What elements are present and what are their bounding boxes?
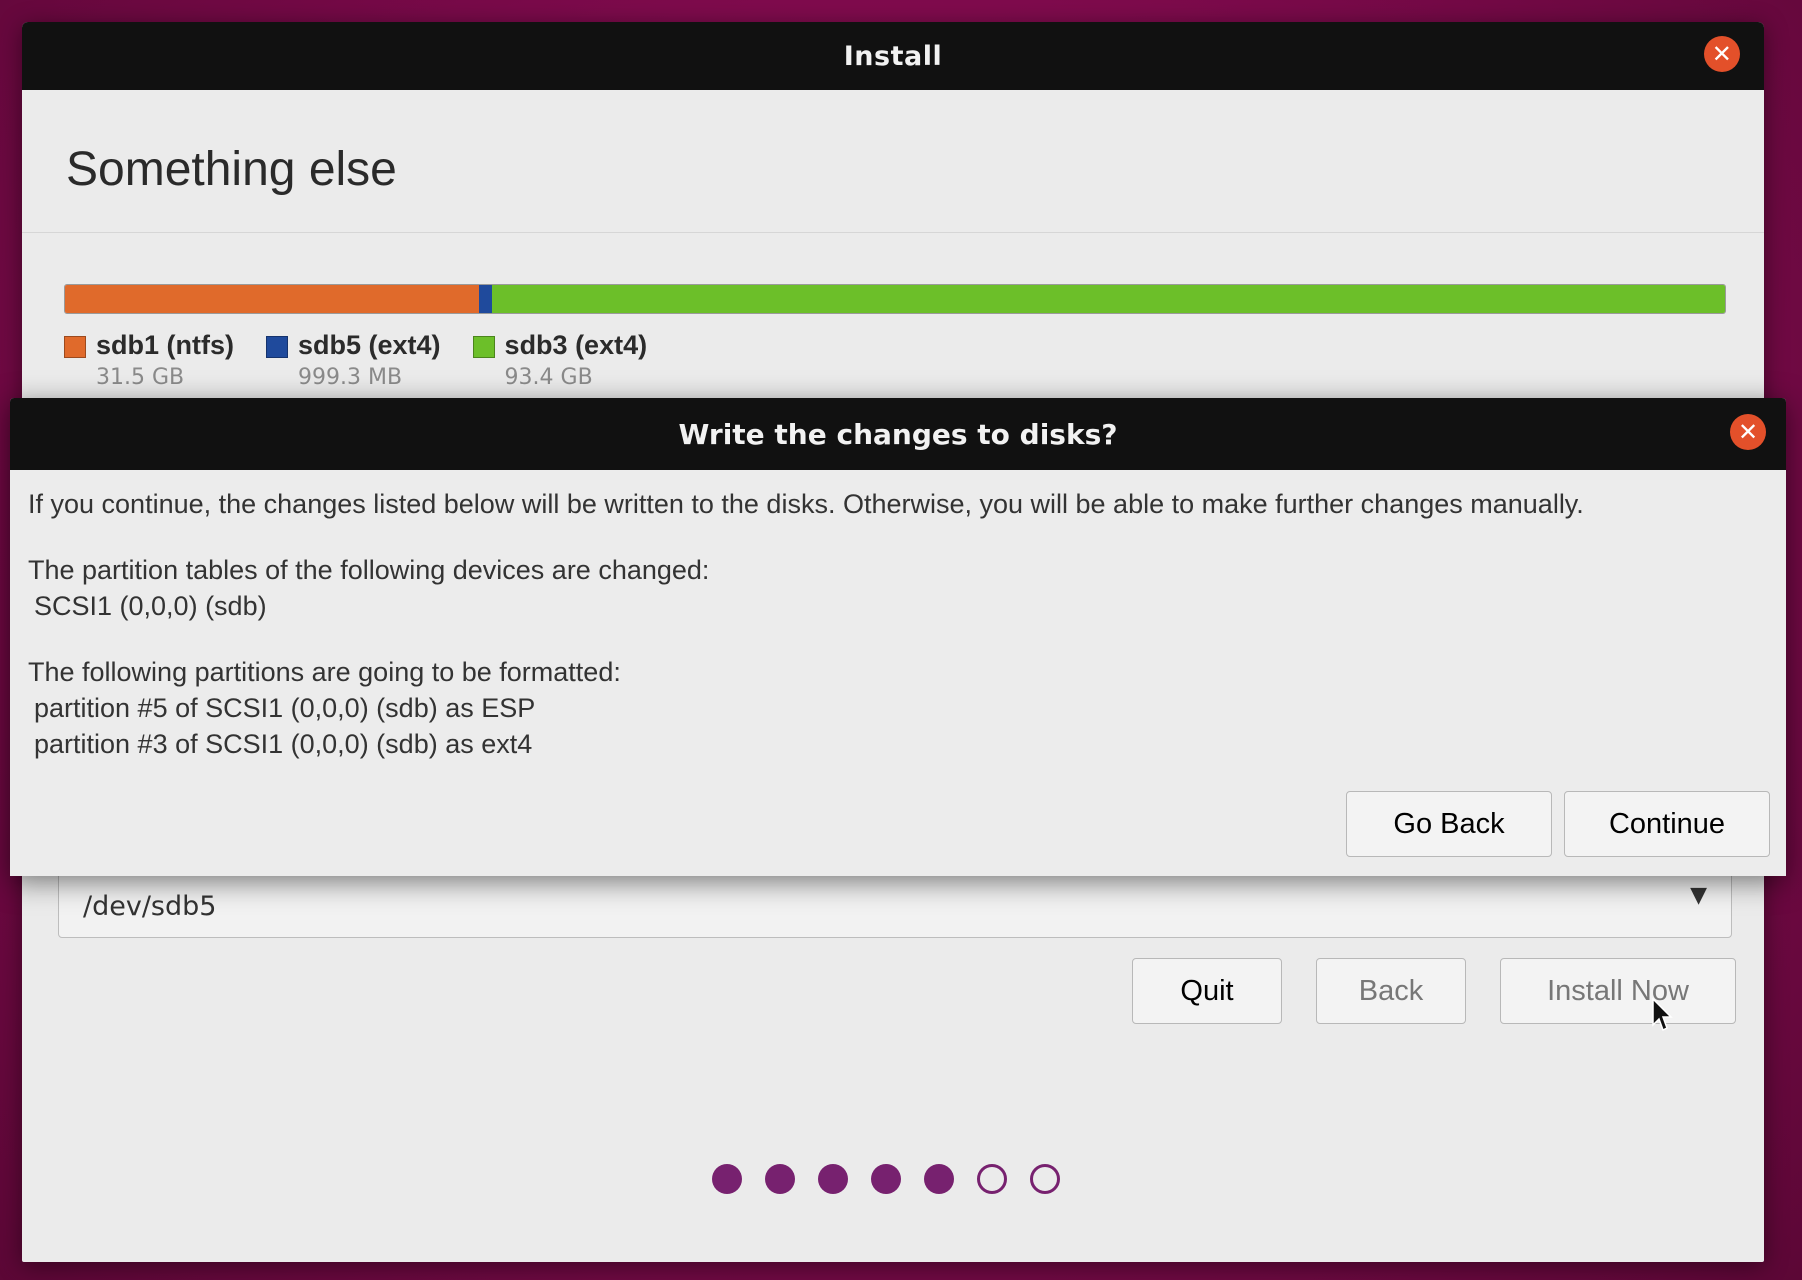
page-title: Something else xyxy=(66,143,397,196)
progress-dots xyxy=(712,1164,1060,1194)
partition-bar xyxy=(64,284,1726,314)
dialog-title: Write the changes to disks? xyxy=(678,417,1118,451)
format-heading: The following partitions are going to be… xyxy=(28,657,621,687)
bootloader-device-select[interactable]: /dev/sdb5 ▼ xyxy=(58,868,1732,938)
legend-partition-size: 93.4 GB xyxy=(504,365,593,390)
dialog-intro-text: If you continue, the changes listed belo… xyxy=(28,489,1584,519)
window-close-button[interactable]: ✕ xyxy=(1704,36,1740,72)
dialog-body: If you continue, the changes listed belo… xyxy=(10,470,1786,762)
legend-item-sdb5: sdb5 (ext4) 999.3 MB xyxy=(266,330,441,390)
dialog-close-button[interactable]: ✕ xyxy=(1730,414,1766,450)
legend-item-sdb3: sdb3 (ext4) 93.4 GB xyxy=(472,330,648,390)
progress-dot-complete xyxy=(924,1164,954,1194)
go-back-button[interactable]: Go Back xyxy=(1346,791,1552,857)
legend-partition-name: sdb3 (ext4) xyxy=(504,330,648,360)
device-select-value: /dev/sdb5 xyxy=(83,891,217,922)
format-partition-item: partition #3 of SCSI1 (0,0,0) (sdb) as e… xyxy=(34,729,533,759)
progress-dot-pending xyxy=(1030,1164,1060,1194)
quit-button[interactable]: Quit xyxy=(1132,958,1282,1024)
progress-dot-complete xyxy=(712,1164,742,1194)
legend-partition-size: 999.3 MB xyxy=(298,365,403,390)
install-now-button[interactable]: Install Now xyxy=(1500,958,1736,1024)
legend-swatch xyxy=(266,336,288,358)
partition-segment-sdb1 xyxy=(65,285,480,313)
installer-titlebar: Install ✕ xyxy=(22,22,1764,90)
window-title: Install xyxy=(843,40,943,72)
legend-item-sdb1: sdb1 (ntfs) 31.5 GB xyxy=(64,330,234,390)
chevron-down-icon: ▼ xyxy=(1690,883,1707,908)
legend-swatch xyxy=(64,336,86,358)
partition-legend: sdb1 (ntfs) 31.5 GB sdb5 (ext4) 999.3 MB… xyxy=(64,330,647,390)
legend-swatch xyxy=(472,336,495,358)
partition-segment-sdb3 xyxy=(492,285,1725,313)
partition-tables-heading: The partition tables of the following de… xyxy=(28,555,710,585)
close-icon: ✕ xyxy=(1711,40,1733,68)
changed-device-item: SCSI1 (0,0,0) (sdb) xyxy=(34,591,267,621)
close-icon: ✕ xyxy=(1737,418,1759,446)
continue-button[interactable]: Continue xyxy=(1564,791,1770,857)
legend-partition-name: sdb1 (ntfs) xyxy=(96,330,234,360)
progress-dot-complete xyxy=(818,1164,848,1194)
format-partition-item: partition #5 of SCSI1 (0,0,0) (sdb) as E… xyxy=(34,693,536,723)
back-button[interactable]: Back xyxy=(1316,958,1466,1024)
mouse-pointer-icon xyxy=(1652,998,1673,1032)
write-changes-dialog: Write the changes to disks? ✕ If you con… xyxy=(10,398,1786,876)
progress-dot-pending xyxy=(977,1164,1007,1194)
progress-dot-complete xyxy=(871,1164,901,1194)
header-divider xyxy=(22,232,1764,233)
progress-dot-complete xyxy=(765,1164,795,1194)
legend-partition-size: 31.5 GB xyxy=(96,365,185,390)
partition-segment-sdb5 xyxy=(479,285,493,313)
legend-partition-name: sdb5 (ext4) xyxy=(298,330,441,360)
dialog-titlebar: Write the changes to disks? ✕ xyxy=(10,398,1786,470)
